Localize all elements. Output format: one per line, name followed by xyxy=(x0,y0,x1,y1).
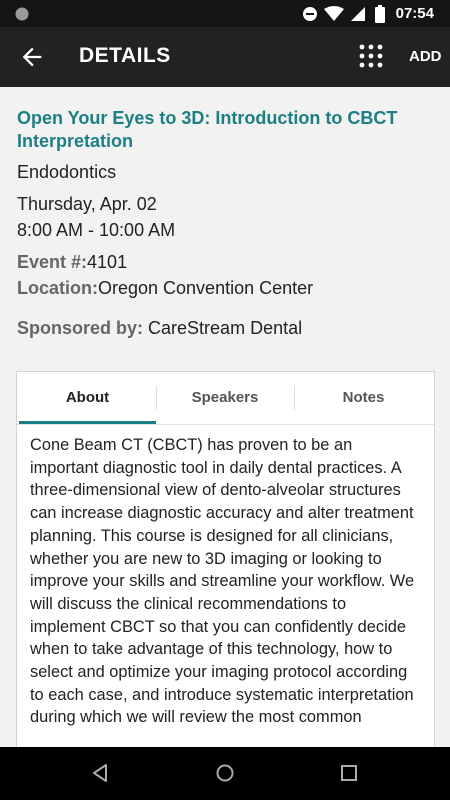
wifi-icon xyxy=(324,6,344,21)
event-location: Oregon Convention Center xyxy=(98,278,314,298)
event-date: Thursday, Apr. 02 xyxy=(17,194,157,214)
event-sponsor: CareStream Dental xyxy=(148,318,303,338)
tab-speakers[interactable]: Speakers xyxy=(157,372,293,424)
event-category: Endodontics xyxy=(17,162,117,182)
status-time: 07:54 xyxy=(395,5,434,22)
event-number: 4101 xyxy=(87,252,128,272)
tab-bar: About Speakers Notes xyxy=(17,372,434,425)
event-number-label: Event #: xyxy=(17,252,88,272)
tab-notes[interactable]: Notes xyxy=(295,372,432,424)
event-title: Open Your Eyes to 3D: Introduction to CB… xyxy=(17,108,398,151)
event-time: 8:00 AM - 10:00 AM xyxy=(17,220,176,240)
event-location-label: Location: xyxy=(17,278,98,298)
nav-home-icon[interactable] xyxy=(215,763,235,783)
nav-back-icon[interactable] xyxy=(91,763,109,783)
grid-menu-icon[interactable] xyxy=(359,44,383,68)
event-sponsor-row: Sponsored by: CareStream Dental xyxy=(17,318,302,339)
about-text: Cone Beam CT (CBCT) has proven to be an … xyxy=(30,436,415,727)
tab-about[interactable]: About xyxy=(19,372,156,424)
event-number-row: Event #:4101 xyxy=(17,252,127,273)
event-location-row: Location:Oregon Convention Center xyxy=(17,278,313,299)
status-bar: 07:54 xyxy=(0,0,450,27)
add-button[interactable]: ADD xyxy=(409,48,442,65)
app-notification-icon xyxy=(15,7,29,21)
back-arrow-icon[interactable] xyxy=(18,43,46,71)
app-bar: DETAILS ADD xyxy=(0,27,450,87)
details-card: About Speakers Notes Cone Beam CT (CBCT)… xyxy=(16,371,435,747)
system-nav-bar xyxy=(0,747,450,800)
battery-icon xyxy=(375,5,385,23)
event-details: Open Your Eyes to 3D: Introduction to CB… xyxy=(0,87,450,747)
event-sponsor-label: Sponsored by: xyxy=(17,318,144,338)
page-title: DETAILS xyxy=(79,44,171,67)
dnd-icon xyxy=(303,7,317,21)
nav-recents-icon[interactable] xyxy=(340,764,358,782)
cell-signal-icon xyxy=(351,7,365,21)
